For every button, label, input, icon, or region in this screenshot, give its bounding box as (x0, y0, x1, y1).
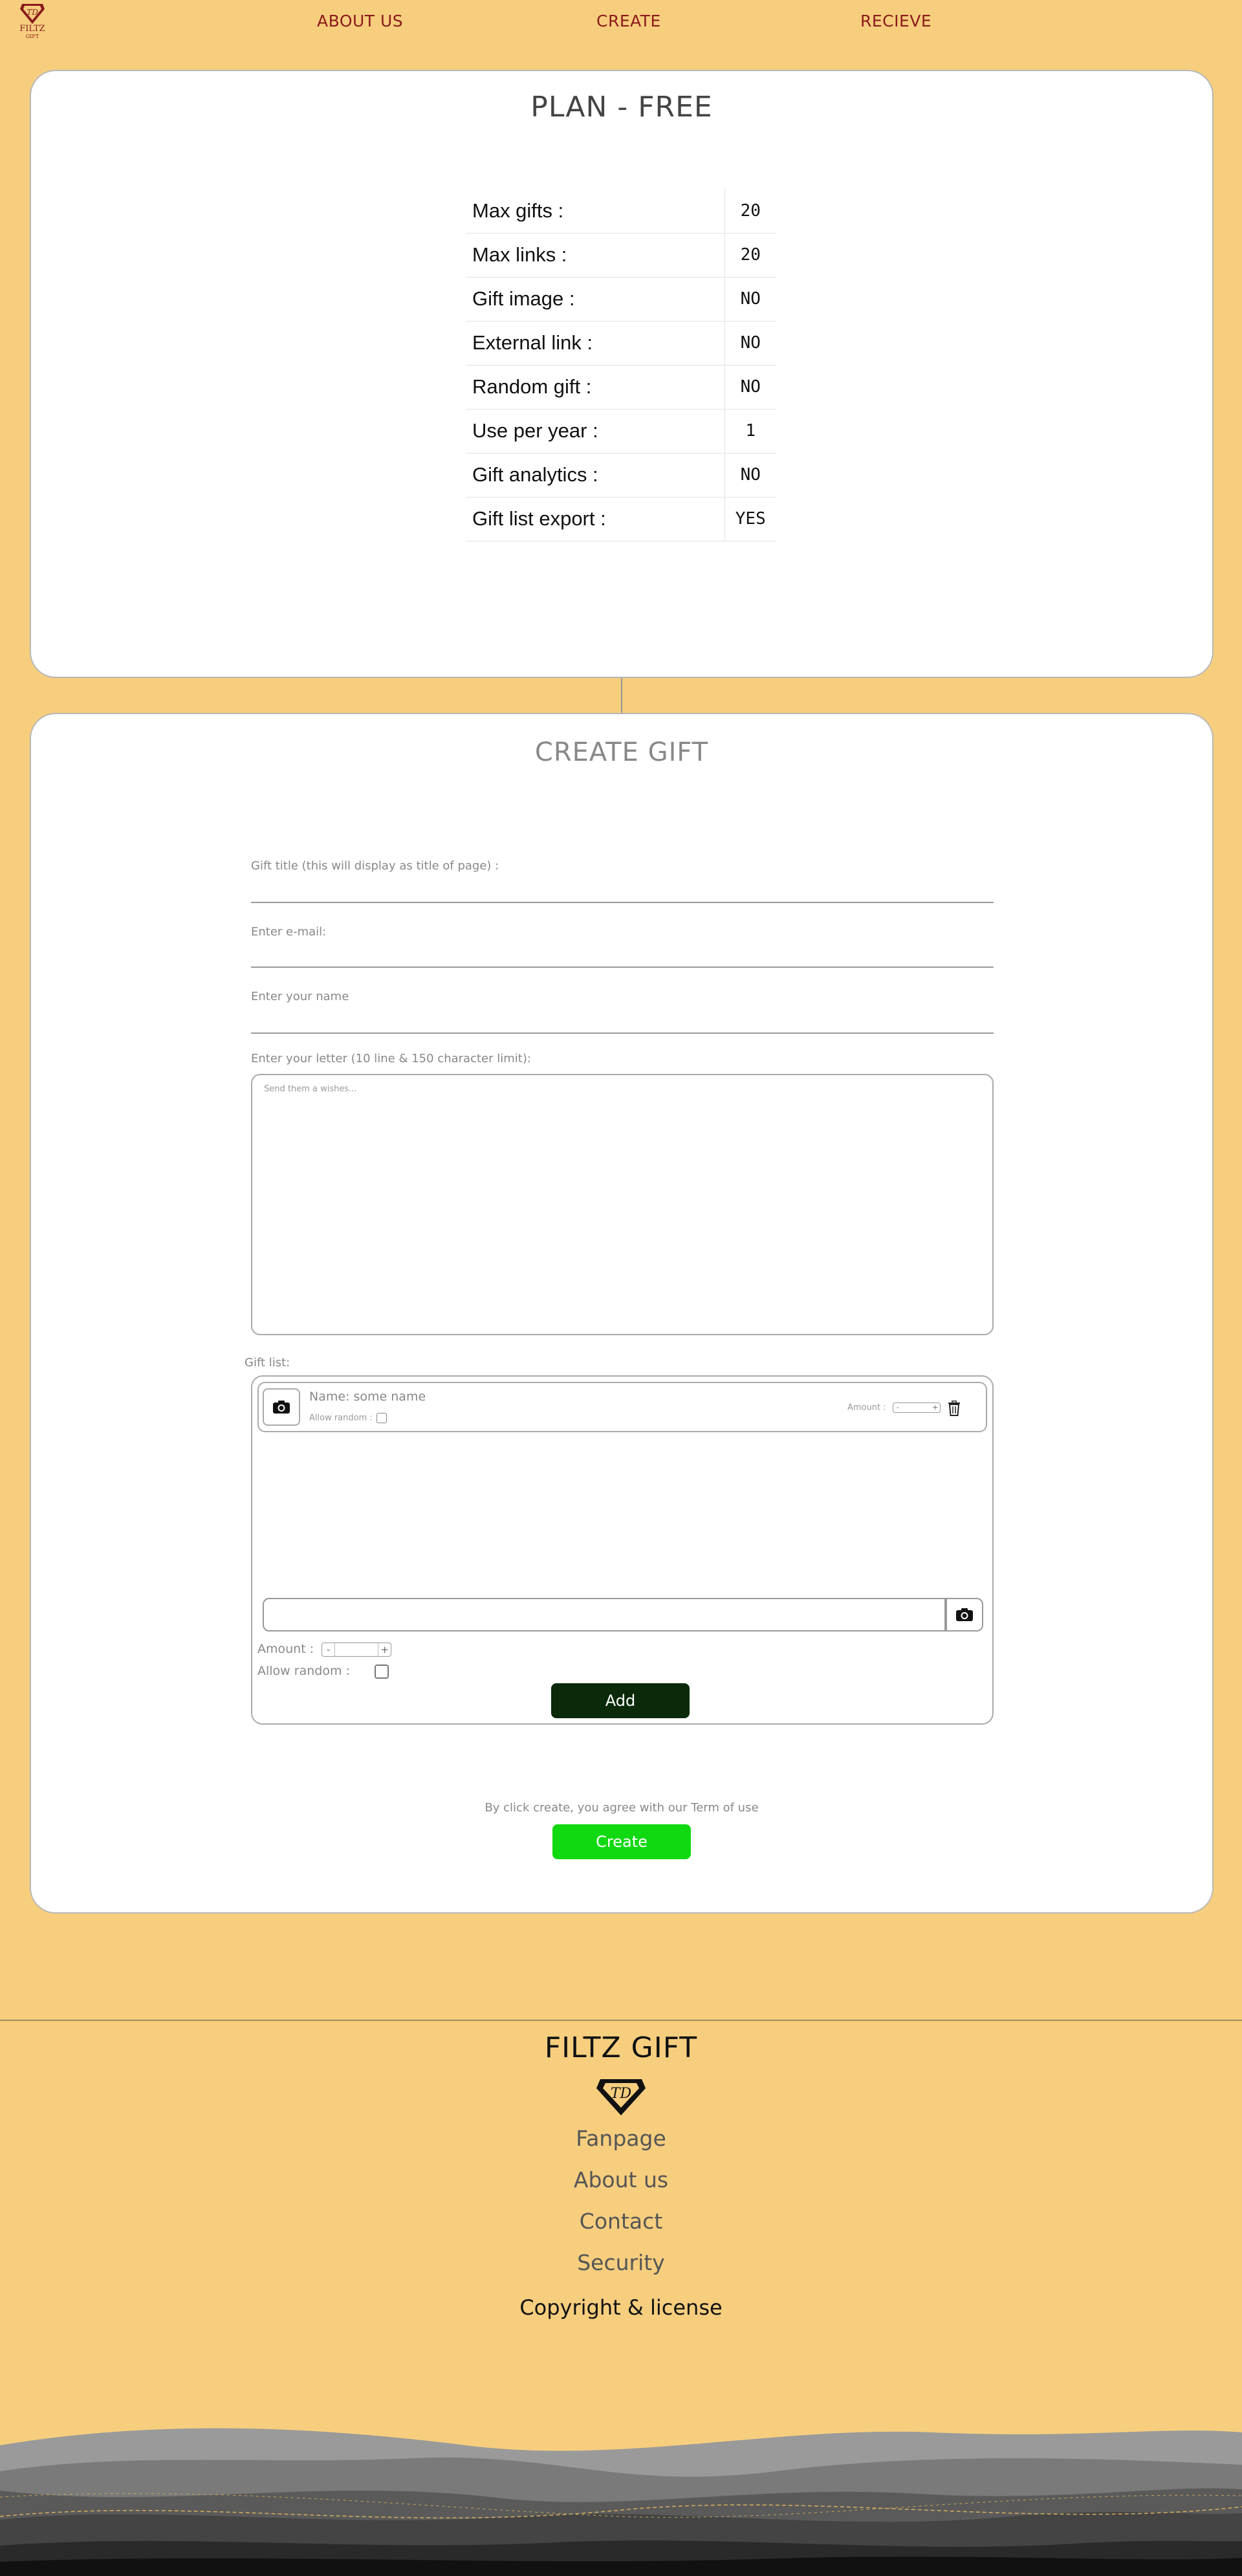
footer-link-contact[interactable]: Contact (0, 2209, 1242, 2234)
footer-link-security[interactable]: Security (0, 2250, 1242, 2275)
plan-row-label: Random gift : (466, 365, 725, 409)
trash-icon (948, 1401, 960, 1416)
plan-row: Max gifts :20 (466, 189, 776, 234)
gift-title-label: Gift title (this will display as title o… (251, 859, 499, 873)
footer-title: FILTZ GIFT (544, 2031, 698, 2064)
new-item-image-button[interactable] (946, 1598, 983, 1632)
item-name: Name: some name (309, 1390, 426, 1404)
svg-text:TD: TD (611, 2086, 632, 2102)
name-label: Enter your name (251, 990, 349, 1003)
plan-row-label: Max gifts : (466, 189, 725, 234)
new-item-name-input[interactable] (263, 1598, 946, 1632)
plan-row: Gift analytics : NO (466, 453, 776, 497)
item-amount-label: Amount : (847, 1403, 886, 1413)
card-connector (621, 678, 622, 713)
plan-row: Max links :20 (466, 233, 776, 278)
plan-row-label: External link : (466, 321, 725, 366)
allow-random-checkbox[interactable] (374, 1664, 389, 1679)
footer-divider (0, 2020, 1242, 2021)
logo-text: FILTZ (19, 24, 45, 34)
plan-row-value: NO (724, 365, 776, 409)
terms-text: By click create, you agree with our Term… (485, 1801, 759, 1815)
camera-icon (273, 1401, 290, 1414)
email-input[interactable] (251, 966, 994, 968)
plan-row-value: NO (724, 277, 776, 322)
gift-list-item: Name: some name Allow random : Amount : … (257, 1382, 987, 1432)
footer-link-fanpage[interactable]: Fanpage (0, 2126, 1242, 2151)
svg-text:TD: TD (27, 8, 38, 17)
plan-row-value: NO (724, 453, 776, 497)
create-button[interactable]: Create (552, 1824, 691, 1859)
item-amount: Amount : - + (847, 1403, 941, 1413)
item-amount-stepper[interactable]: - + (892, 1403, 941, 1413)
nav-recieve[interactable]: RECIEVE (860, 12, 932, 30)
item-stepper-plus[interactable]: + (931, 1403, 940, 1412)
add-gift-button[interactable]: Add (551, 1683, 690, 1718)
plan-card: PLAN - FREE Max gifts :20 Max links :20 Gi… (30, 70, 1214, 678)
plan-title: PLAN - FREE (530, 91, 713, 124)
plan-row-label: Use per year : (466, 409, 725, 453)
camera-icon (956, 1608, 973, 1621)
plan-row: Random gift : NO (466, 365, 776, 409)
plan-row: External link : NO (466, 321, 776, 366)
plan-row-label: Gift image : (466, 277, 725, 322)
plan-row-value: NO (724, 321, 776, 366)
plan-row-value: YES (724, 497, 776, 541)
footer-link-about-us[interactable]: About us (0, 2167, 1242, 2192)
top-nav: TD FILTZ GIFT ABOUT US CREATE RECIEVE (0, 0, 1242, 45)
create-gift-card: CREATE GIFT Gift title (this will displa… (30, 713, 1214, 1914)
copyright-text[interactable]: Copyright & license (0, 2295, 1242, 2320)
item-stepper-minus[interactable]: - (893, 1403, 902, 1412)
plan-row-label: Gift list export : (466, 497, 725, 541)
item-allow-random-label: Allow random : (309, 1413, 373, 1423)
amount-plus-button[interactable]: + (378, 1643, 391, 1656)
gift-list: Name: some name Allow random : Amount : … (251, 1375, 994, 1725)
new-item-amount-label: Amount : (257, 1642, 314, 1656)
footer-waves (0, 2428, 1242, 2576)
letter-label: Enter your letter (10 line & 150 charact… (251, 1052, 531, 1065)
name-input[interactable] (251, 1032, 994, 1034)
letter-textarea[interactable]: Send them a wishes... (251, 1074, 994, 1335)
plan-row-value: 20 (724, 233, 776, 278)
plan-row-value: 20 (724, 189, 776, 234)
plan-row: Gift image : NO (466, 277, 776, 322)
plan-row-label: Max links : (466, 233, 725, 278)
diamond-logo-icon: TD (596, 2079, 646, 2115)
create-gift-title: CREATE GIFT (534, 737, 709, 767)
nav-about-us[interactable]: ABOUT US (317, 12, 403, 30)
new-item-allow-random-label: Allow random : (257, 1664, 350, 1678)
new-item-amount: Amount : - + (257, 1642, 392, 1657)
item-image-button[interactable] (263, 1388, 300, 1426)
logo-subtext: GIFT (25, 34, 39, 39)
delete-item-button[interactable] (944, 1397, 964, 1419)
amount-minus-button[interactable]: - (322, 1643, 336, 1656)
nav-create[interactable]: CREATE (596, 12, 661, 30)
new-item-allow-random: Allow random : (257, 1664, 389, 1679)
plan-row-label: Gift analytics : (466, 453, 725, 497)
plan-row-value: 1 (724, 409, 776, 453)
email-label: Enter e-mail: (251, 925, 327, 939)
logo[interactable]: TD FILTZ GIFT (14, 3, 50, 43)
gift-title-input[interactable] (251, 902, 994, 903)
plan-row: Use per year :1 (466, 409, 776, 453)
diamond-logo-icon: TD (20, 4, 45, 24)
plan-table: Max gifts :20 Max links :20 Gift image : NO… (466, 189, 776, 541)
new-item-amount-stepper[interactable]: - + (321, 1642, 392, 1657)
item-allow-random: Allow random : (309, 1413, 387, 1423)
item-random-checkbox[interactable] (376, 1413, 387, 1423)
plan-row: Gift list export : YES (466, 497, 776, 541)
letter-placeholder: Send them a wishes... (264, 1084, 357, 1094)
gift-list-label: Gift list: (245, 1356, 290, 1370)
